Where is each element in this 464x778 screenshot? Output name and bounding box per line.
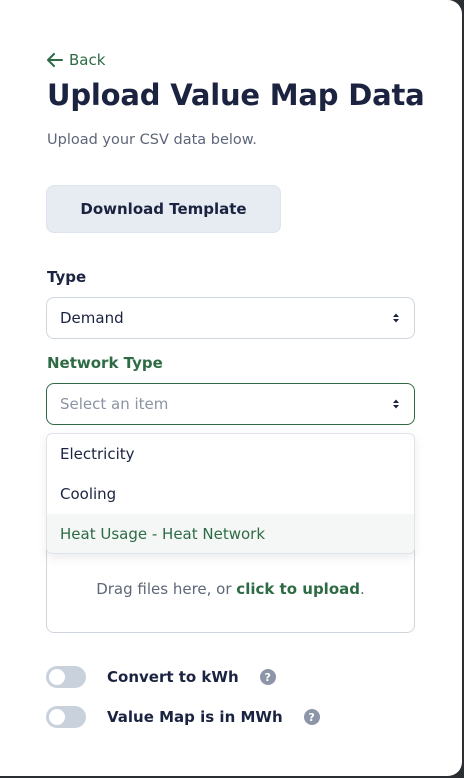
network-type-placeholder: Select an item — [60, 395, 169, 413]
sort-caret-icon — [393, 399, 399, 409]
sort-caret-icon — [393, 313, 399, 323]
dropzone-prefix: Drag files here, or — [96, 579, 237, 598]
page-subtitle: Upload your CSV data below. — [47, 132, 257, 148]
dropzone-suffix: . — [359, 579, 365, 598]
dropdown-option-electricity[interactable]: Electricity — [47, 434, 414, 474]
convert-kwh-toggle[interactable] — [46, 666, 86, 688]
toggle-knob — [49, 669, 65, 685]
dropzone-text: Drag files here, or click to upload. — [96, 580, 365, 598]
convert-kwh-label: Convert to kWh — [107, 668, 239, 686]
network-type-label: Network Type — [47, 354, 163, 372]
convert-kwh-row: Convert to kWh ? — [46, 666, 276, 688]
dropdown-option-heat-usage[interactable]: Heat Usage - Heat Network — [47, 514, 414, 553]
dropdown-option-cooling[interactable]: Cooling — [47, 474, 414, 514]
type-label: Type — [47, 268, 87, 286]
click-to-upload-link[interactable]: click to upload — [236, 580, 360, 598]
type-select[interactable]: Demand — [46, 297, 415, 339]
mwh-toggle[interactable] — [46, 706, 86, 728]
back-label: Back — [69, 51, 106, 69]
network-type-select[interactable]: Select an item — [46, 383, 415, 425]
toggle-knob — [49, 709, 65, 725]
network-type-dropdown: Electricity Cooling Heat Usage - Heat Ne… — [46, 433, 415, 554]
type-select-value: Demand — [60, 309, 124, 327]
mwh-row: Value Map is in MWh ? — [46, 706, 320, 728]
question-circle-icon[interactable]: ? — [259, 669, 276, 685]
back-link[interactable]: Back — [47, 51, 105, 69]
arrow-left-icon — [47, 53, 63, 67]
upload-panel: Back Upload Value Map Data Upload your C… — [0, 0, 462, 776]
download-template-button[interactable]: Download Template — [46, 185, 281, 233]
mwh-label: Value Map is in MWh — [107, 708, 283, 726]
page-title: Upload Value Map Data — [47, 78, 425, 112]
question-circle-icon[interactable]: ? — [303, 709, 320, 725]
